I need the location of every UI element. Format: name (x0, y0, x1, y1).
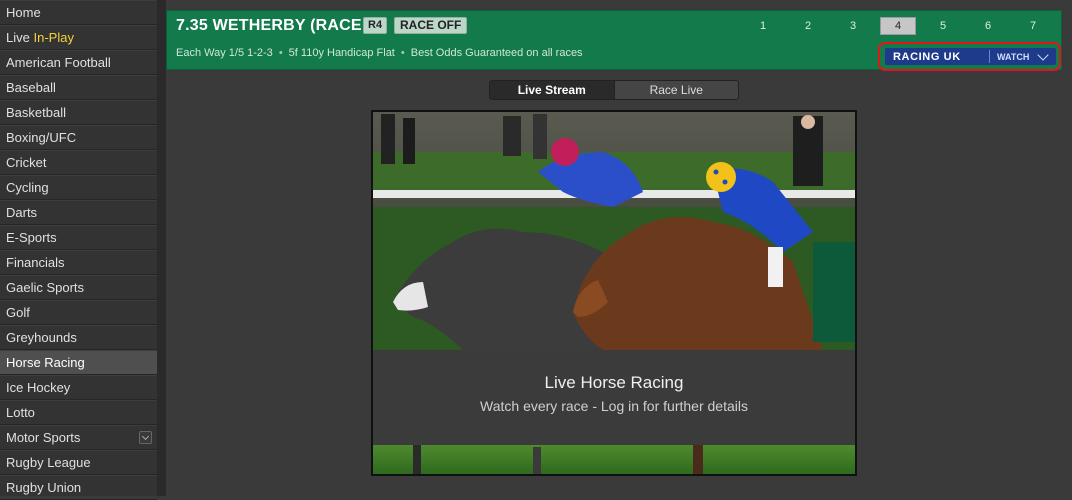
race-status-badge: RACE OFF (394, 17, 468, 34)
sidebar-item-basketball[interactable]: Basketball (0, 100, 157, 125)
sidebar-item-horse-racing[interactable]: Horse Racing (0, 350, 157, 375)
sidebar-item-golf[interactable]: Golf (0, 300, 157, 325)
sidebar-item-greyhounds[interactable]: Greyhounds (0, 325, 157, 350)
separator-dot: • (400, 47, 405, 59)
sidebar-item-e-sports[interactable]: E-Sports (0, 225, 157, 250)
race-header: 7.35 WETHERBY (RACE 4) R4 RACE OFF 1 2 3… (166, 10, 1062, 71)
race-distance: 5f 110y Handicap Flat (288, 47, 395, 59)
race-tab-5[interactable]: 5 (925, 17, 961, 35)
sidebar-item-label: Live (6, 30, 30, 45)
tab-race-live[interactable]: Race Live (614, 81, 738, 99)
race-tab-4[interactable]: 4 (880, 17, 916, 35)
race-tab-2[interactable]: 2 (790, 17, 826, 35)
race-tab-6[interactable]: 6 (970, 17, 1006, 35)
sidebar-item-rugby-league[interactable]: Rugby League (0, 450, 157, 475)
racing-uk-logo: RACING UK (893, 50, 961, 63)
sidebar-item-gaelic-sports[interactable]: Gaelic Sports (0, 275, 157, 300)
chevron-down-icon[interactable] (139, 431, 152, 444)
race-title: 7.35 WETHERBY (RACE 4) (176, 17, 382, 34)
tab-live-stream[interactable]: Live Stream (490, 81, 615, 99)
stream-tabs: Live Stream Race Live (489, 80, 739, 100)
race-tab-1[interactable]: 1 (745, 17, 781, 35)
in-play-highlight: In-Play (33, 30, 74, 45)
separator-dot: • (278, 47, 283, 59)
sidebar-item-ice-hockey[interactable]: Ice Hockey (0, 375, 157, 400)
sidebar-divider (157, 0, 166, 496)
racing-uk-highlight: RACING UK WATCH (878, 42, 1061, 71)
sidebar-item-boxing-ufc[interactable]: Boxing/UFC (0, 125, 157, 150)
race-tabs: 1 2 3 4 5 6 7 (736, 17, 1051, 35)
video-player[interactable]: Live Horse Racing Watch every race - Log… (371, 110, 857, 476)
watch-label: WATCH (997, 51, 1030, 62)
overlay-title: Live Horse Racing (544, 373, 684, 392)
sidebar-item-cricket[interactable]: Cricket (0, 150, 157, 175)
racing-uk-watch-button[interactable]: RACING UK WATCH (885, 48, 1056, 65)
sidebar-item-financials[interactable]: Financials (0, 250, 157, 275)
each-way-terms: Each Way 1/5 1-2-3 (176, 47, 273, 59)
race-number-badge: R4 (363, 17, 388, 34)
sidebar-item-rugby-union[interactable]: Rugby Union (0, 475, 157, 500)
sidebar-item-baseball[interactable]: Baseball (0, 75, 157, 100)
sidebar-item-home[interactable]: Home (0, 0, 157, 25)
sidebar-item-american-football[interactable]: American Football (0, 50, 157, 75)
video-login-overlay: Live Horse Racing Watch every race - Log… (373, 350, 855, 445)
sports-sidebar: Home Live In-Play American Football Base… (0, 0, 157, 500)
sidebar-item-motor-sports[interactable]: Motor Sports (0, 425, 157, 450)
sidebar-item-cycling[interactable]: Cycling (0, 175, 157, 200)
sidebar-item-lotto[interactable]: Lotto (0, 400, 157, 425)
race-tab-3[interactable]: 3 (835, 17, 871, 35)
best-odds-promo: Best Odds Guaranteed on all races (410, 47, 583, 59)
main-content: 7.35 WETHERBY (RACE 4) R4 RACE OFF 1 2 3… (166, 0, 1072, 496)
overlay-subtitle: Watch every race - Log in for further de… (480, 398, 748, 414)
chevron-down-icon (1037, 48, 1049, 61)
sidebar-item-darts[interactable]: Darts (0, 200, 157, 225)
race-tab-7[interactable]: 7 (1015, 17, 1051, 35)
sidebar-item-live-in-play[interactable]: Live In-Play (0, 25, 157, 50)
race-details: Each Way 1/5 1-2-3 • 5f 110y Handicap Flat… (176, 47, 583, 59)
